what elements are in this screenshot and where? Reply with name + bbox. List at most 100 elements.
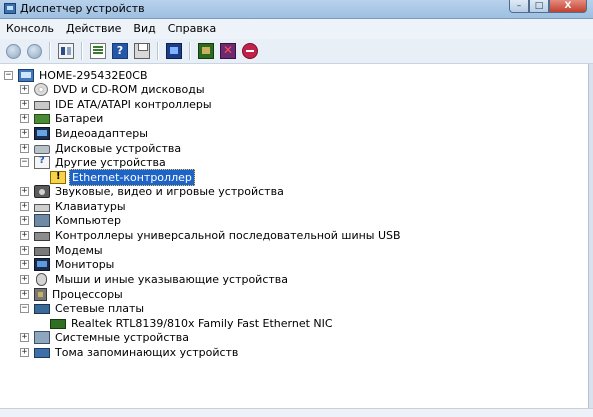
- tree-item-mice[interactable]: + Мыши и иные указывающие устройства: [20, 272, 290, 287]
- menu-console[interactable]: Консоль: [0, 19, 60, 39]
- forward-icon[interactable]: [27, 43, 42, 59]
- battery-icon: [34, 113, 50, 124]
- properties-icon[interactable]: [58, 43, 74, 59]
- tree-item-label[interactable]: Другие устройства: [53, 155, 168, 170]
- update-driver-icon[interactable]: [90, 43, 106, 59]
- remove-device-icon[interactable]: [220, 43, 236, 59]
- menu-help[interactable]: Справка: [162, 19, 222, 39]
- tree-item-label[interactable]: Видеоадаптеры: [53, 126, 150, 141]
- tree-item-label[interactable]: Звуковые, видео и игровые устройства: [53, 184, 286, 199]
- processor-icon: [34, 288, 47, 301]
- dvd-drive-icon: [34, 83, 48, 96]
- tree-item-label[interactable]: IDE ATA/ATAPI контроллеры: [53, 97, 214, 112]
- tree-item-label[interactable]: Компьютер: [53, 213, 123, 228]
- collapse-toggle[interactable]: −: [20, 158, 29, 167]
- tree-item-dvd[interactable]: + DVD и CD-ROM дисководы: [20, 82, 207, 97]
- tree-item-batteries[interactable]: + Батареи: [20, 111, 105, 126]
- tree-root[interactable]: − HOME-295432E0CB: [4, 68, 150, 83]
- unknown-device-icon: [34, 155, 50, 169]
- tree-item-system-devices[interactable]: + Системные устройства: [20, 330, 191, 345]
- tree-item-keyboards[interactable]: + Клавиатуры: [20, 199, 128, 214]
- board-icon[interactable]: [198, 43, 214, 59]
- expand-toggle[interactable]: +: [20, 202, 29, 211]
- tree-item-processors[interactable]: + Процессоры: [20, 287, 125, 302]
- tree-item-label[interactable]: Системные устройства: [53, 330, 191, 345]
- close-button[interactable]: X: [549, 0, 587, 13]
- window-right-edge: [588, 64, 593, 416]
- help-icon[interactable]: ?: [112, 43, 128, 59]
- tree-item-modems[interactable]: + Модемы: [20, 243, 105, 258]
- tree-item-display-adapters[interactable]: + Видеоадаптеры: [20, 126, 150, 141]
- mouse-icon: [36, 273, 47, 286]
- tree-item-ethernet-controller[interactable]: Ethernet-контроллер: [50, 169, 195, 186]
- menu-view[interactable]: Вид: [127, 19, 161, 39]
- expand-toggle[interactable]: +: [20, 129, 29, 138]
- expand-toggle[interactable]: +: [20, 333, 29, 342]
- tree-item-sound[interactable]: + Звуковые, видео и игровые устройства: [20, 184, 286, 199]
- expand-toggle[interactable]: +: [20, 260, 29, 269]
- usb-controller-icon: [34, 232, 50, 241]
- tree-item-label[interactable]: DVD и CD-ROM дисководы: [51, 82, 207, 97]
- tree-item-monitors[interactable]: + Мониторы: [20, 257, 116, 272]
- tree-item-network-adapters[interactable]: − Сетевые платы: [20, 301, 146, 316]
- toolbar-separator: [189, 42, 191, 60]
- network-adapter-icon: [34, 304, 50, 314]
- tree-item-label[interactable]: Сетевые платы: [53, 301, 146, 316]
- tree-item-realtek-nic[interactable]: Realtek RTL8139/810x Family Fast Etherne…: [50, 316, 335, 331]
- tree-item-label[interactable]: Модемы: [53, 243, 105, 258]
- warning-icon: [50, 171, 66, 184]
- tree-item-label[interactable]: Мониторы: [53, 257, 116, 272]
- tree-item-label[interactable]: Батареи: [53, 111, 105, 126]
- print-icon[interactable]: [134, 43, 150, 59]
- expand-toggle[interactable]: +: [20, 290, 29, 299]
- minimize-button[interactable]: –: [509, 0, 529, 13]
- menu-bar: Консоль Действие Вид Справка: [0, 19, 593, 39]
- tree-item-disk-drives[interactable]: + Дисковые устройства: [20, 141, 183, 156]
- expand-toggle[interactable]: +: [20, 348, 29, 357]
- tree-item-label[interactable]: Мыши и иные указывающие устройства: [53, 272, 290, 287]
- device-manager-app-icon: [4, 3, 16, 14]
- disable-device-icon[interactable]: [242, 43, 258, 59]
- tree-item-label[interactable]: Процессоры: [50, 287, 125, 302]
- expand-toggle[interactable]: +: [20, 231, 29, 240]
- tree-item-label[interactable]: Контроллеры универсальной последовательн…: [53, 228, 403, 243]
- display-adapter-icon: [34, 127, 50, 140]
- tree-item-usb[interactable]: + Контроллеры универсальной последовател…: [20, 228, 403, 243]
- tree-item-label[interactable]: Realtek RTL8139/810x Family Fast Etherne…: [69, 316, 335, 331]
- tree-root-label[interactable]: HOME-295432E0CB: [37, 68, 150, 83]
- network-card-icon: [50, 319, 66, 329]
- back-icon[interactable]: [6, 43, 21, 59]
- tree-item-other-devices[interactable]: − Другие устройства: [20, 155, 168, 170]
- title-bar: Диспетчер устройств – □ X: [0, 0, 593, 19]
- window-title: Диспетчер устройств: [20, 2, 145, 15]
- scan-hardware-icon[interactable]: [166, 43, 182, 59]
- expand-toggle[interactable]: +: [20, 216, 29, 225]
- expand-toggle[interactable]: +: [20, 114, 29, 123]
- monitor-icon: [34, 258, 50, 271]
- expand-toggle[interactable]: +: [20, 85, 29, 94]
- maximize-button[interactable]: □: [529, 0, 549, 13]
- collapse-toggle[interactable]: −: [20, 304, 29, 313]
- collapse-toggle[interactable]: −: [4, 71, 13, 80]
- expand-toggle[interactable]: +: [20, 100, 29, 109]
- tree-item-ide[interactable]: + IDE ATA/ATAPI контроллеры: [20, 97, 214, 112]
- toolbar-separator: [49, 42, 51, 60]
- expand-toggle[interactable]: +: [20, 275, 29, 284]
- disk-drive-icon: [34, 145, 50, 154]
- tree-item-storage-volumes[interactable]: + Тома запоминающих устройств: [20, 345, 240, 360]
- toolbar-separator: [157, 42, 159, 60]
- tree-item-computer[interactable]: + Компьютер: [20, 213, 123, 228]
- computer-icon: [18, 69, 34, 82]
- tree-item-label[interactable]: Дисковые устройства: [53, 141, 183, 156]
- tree-item-label[interactable]: Клавиатуры: [53, 199, 128, 214]
- expand-toggle[interactable]: +: [20, 246, 29, 255]
- menu-action[interactable]: Действие: [60, 19, 127, 39]
- toolbar: ?: [0, 39, 593, 64]
- expand-toggle[interactable]: +: [20, 187, 29, 196]
- expand-toggle[interactable]: +: [20, 144, 29, 153]
- window-controls: – □ X: [509, 0, 587, 14]
- tree-item-label[interactable]: Тома запоминающих устройств: [53, 345, 240, 360]
- toolbar-separator: [81, 42, 83, 60]
- device-tree: − HOME-295432E0CB + DVD и CD-ROM дисково…: [0, 64, 593, 414]
- modem-icon: [34, 247, 50, 256]
